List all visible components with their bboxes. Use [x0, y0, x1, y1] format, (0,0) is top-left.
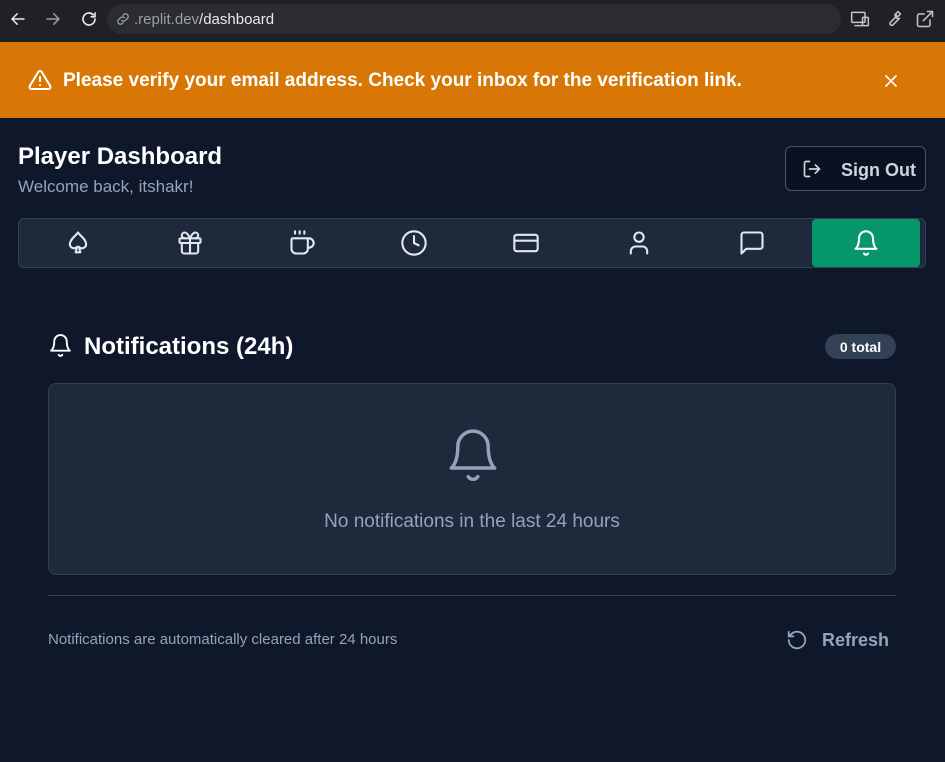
devtools-button[interactable] — [882, 8, 904, 30]
refresh-label: Refresh — [822, 630, 890, 650]
tab-history[interactable] — [360, 219, 468, 267]
wrench-icon — [889, 10, 902, 27]
auto-clear-note: Notifications are automatically cleared … — [48, 631, 398, 648]
tab-notifications[interactable] — [812, 219, 920, 267]
cast-button[interactable] — [849, 8, 871, 30]
tab-payments[interactable] — [472, 219, 580, 267]
address-bar[interactable]: .replit.dev/dashboard — [107, 4, 841, 34]
reload-icon — [82, 12, 96, 26]
link-icon — [117, 13, 129, 25]
coffee-icon — [290, 230, 315, 255]
empty-bell-icon — [449, 429, 497, 482]
banner-close-button[interactable] — [881, 71, 901, 91]
refresh-icon — [787, 630, 807, 650]
dashboard-tabs — [18, 218, 926, 268]
back-button[interactable] — [6, 7, 30, 31]
notifications-title: Notifications (24h) — [84, 333, 294, 360]
close-icon — [885, 75, 897, 87]
refresh-button[interactable]: Refresh — [780, 622, 896, 658]
tab-games[interactable] — [24, 219, 132, 267]
external-link-icon — [916, 10, 934, 28]
banner-message: Please verify your email address. Check … — [63, 70, 742, 91]
tab-profile[interactable] — [585, 219, 693, 267]
user-icon — [629, 231, 649, 255]
arrow-left-icon — [11, 13, 25, 25]
devices-icon — [850, 11, 870, 27]
message-icon — [740, 231, 764, 255]
url-host: .replit.dev — [134, 10, 200, 28]
spade-icon — [68, 231, 88, 254]
clock-icon — [401, 230, 427, 256]
bell-icon — [854, 230, 878, 256]
arrow-right-icon — [46, 13, 60, 25]
welcome-message: Welcome back, itshakr! — [18, 177, 194, 196]
tab-messages[interactable] — [698, 219, 806, 267]
url-path: /dashboard — [199, 10, 275, 28]
empty-message: No notifications in the last 24 hours — [324, 511, 620, 532]
tab-rewards[interactable] — [136, 219, 244, 267]
sign-out-button[interactable]: Sign Out — [785, 146, 926, 191]
verify-email-banner: Please verify your email address. Check … — [0, 42, 945, 118]
page-title: Player Dashboard — [18, 143, 223, 170]
browser-toolbar: .replit.dev/dashboard — [0, 0, 945, 42]
section-divider — [48, 595, 896, 596]
notification-count-badge: 0 total — [825, 334, 896, 359]
warning-triangle-icon — [28, 69, 52, 90]
sign-out-label: Sign Out — [841, 160, 916, 180]
credit-card-icon — [513, 233, 539, 253]
bell-icon — [50, 334, 71, 357]
tab-lounge[interactable] — [248, 219, 356, 267]
open-external-button[interactable] — [914, 8, 936, 30]
gift-icon — [178, 231, 202, 255]
reload-button[interactable] — [77, 7, 101, 31]
notifications-empty-state: No notifications in the last 24 hours — [48, 383, 896, 575]
sign-out-icon — [803, 160, 821, 178]
forward-button[interactable] — [41, 7, 65, 31]
